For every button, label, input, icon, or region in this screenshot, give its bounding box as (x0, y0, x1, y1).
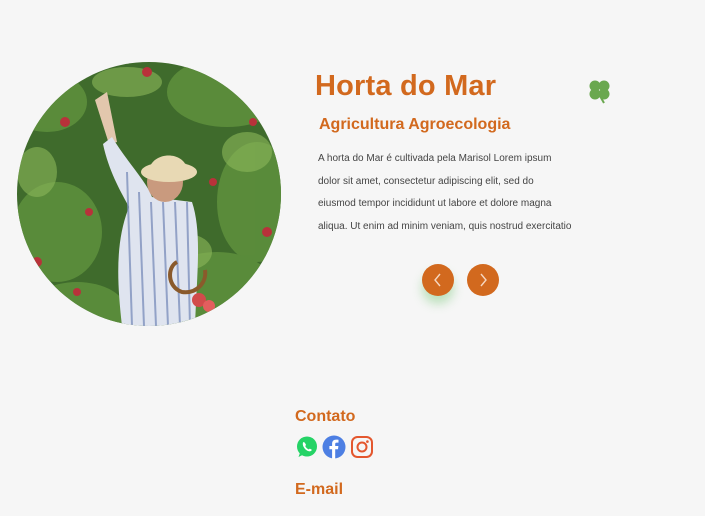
hero-description: A horta do Mar é cultivada pela Marisol … (318, 153, 572, 232)
carousel-prev-button[interactable] (422, 264, 454, 296)
page-subtitle: Agricultura Agroecologia (319, 116, 511, 133)
facebook-link[interactable] (322, 435, 346, 459)
page-title: Horta do Mar (315, 70, 497, 102)
whatsapp-icon (297, 436, 317, 457)
contact-heading: Contato (295, 408, 356, 425)
hero-photo (17, 62, 281, 326)
email-heading: E-mail (295, 481, 344, 498)
page: Horta do Mar Agricultura Agroecologia A … (0, 0, 705, 516)
facebook-icon (322, 435, 346, 459)
whatsapp-link[interactable] (295, 435, 319, 459)
four-leaf-clover-icon (589, 80, 610, 104)
chevron-right-icon (480, 273, 487, 287)
carousel-next-button[interactable] (467, 264, 499, 296)
instagram-link[interactable] (350, 435, 374, 459)
woman-picking-apples-photo (17, 62, 281, 326)
chevron-left-icon (434, 273, 441, 287)
instagram-icon (351, 436, 373, 458)
